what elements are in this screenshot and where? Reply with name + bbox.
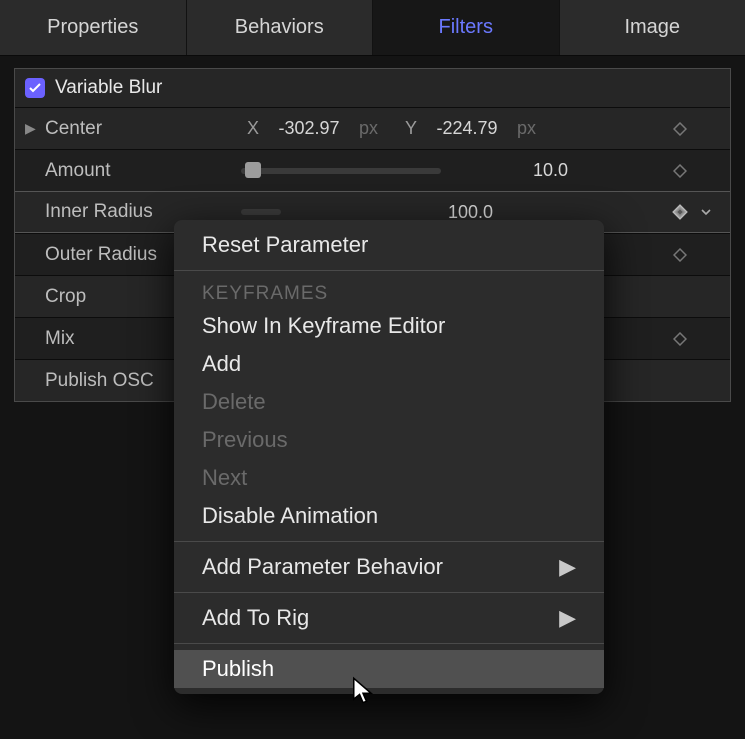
axis-x-label: X <box>235 118 259 139</box>
menu-delete-keyframe: Delete <box>174 383 604 421</box>
inner-radius-slider[interactable] <box>241 209 281 215</box>
param-label-center: Center <box>45 118 235 140</box>
menu-add-keyframe[interactable]: Add <box>174 345 604 383</box>
menu-separator <box>174 270 604 271</box>
inspector-tabs: Properties Behaviors Filters Image <box>0 0 745 56</box>
amount-slider[interactable] <box>241 168 441 174</box>
center-y-value[interactable]: -224.79 <box>417 118 517 139</box>
keyframe-icon[interactable] <box>660 248 700 262</box>
submenu-arrow-icon: ▶ <box>559 554 576 580</box>
menu-disable-animation[interactable]: Disable Animation <box>174 497 604 535</box>
menu-separator <box>174 541 604 542</box>
keyframe-icon[interactable] <box>660 332 700 346</box>
animation-menu-button[interactable] <box>700 202 720 223</box>
param-row-center: ▶ Center X -302.97 px Y -224.79 px <box>15 107 730 149</box>
animation-context-menu: Reset Parameter KEYFRAMES Show In Keyfra… <box>174 220 604 694</box>
filter-name-label: Variable Blur <box>55 77 162 99</box>
menu-previous-keyframe: Previous <box>174 421 604 459</box>
menu-next-keyframe: Next <box>174 459 604 497</box>
menu-label: Add To Rig <box>202 605 309 631</box>
menu-add-to-rig[interactable]: Add To Rig ▶ <box>174 599 604 637</box>
menu-label: Add Parameter Behavior <box>202 554 443 580</box>
tab-properties[interactable]: Properties <box>0 0 187 55</box>
menu-separator <box>174 592 604 593</box>
menu-publish[interactable]: Publish <box>174 650 604 688</box>
center-x-unit: px <box>359 118 393 139</box>
menu-show-in-keyframe-editor[interactable]: Show In Keyframe Editor <box>174 307 604 345</box>
tab-behaviors[interactable]: Behaviors <box>187 0 374 55</box>
menu-add-parameter-behavior[interactable]: Add Parameter Behavior ▶ <box>174 548 604 586</box>
disclosure-icon[interactable]: ▶ <box>25 120 45 137</box>
amount-value[interactable]: 10.0 <box>441 160 660 181</box>
menu-section-keyframes: KEYFRAMES <box>174 277 604 307</box>
keyframe-icon[interactable] <box>660 204 700 220</box>
center-x-value[interactable]: -302.97 <box>259 118 359 139</box>
center-y-unit: px <box>517 118 551 139</box>
tab-filters[interactable]: Filters <box>373 0 560 55</box>
menu-separator <box>174 643 604 644</box>
submenu-arrow-icon: ▶ <box>559 605 576 631</box>
keyframe-icon[interactable] <box>660 122 700 136</box>
menu-reset-parameter[interactable]: Reset Parameter <box>174 226 604 264</box>
keyframe-icon[interactable] <box>660 164 700 178</box>
filter-enable-checkbox[interactable] <box>25 78 45 98</box>
axis-y-label: Y <box>393 118 417 139</box>
tab-image[interactable]: Image <box>560 0 745 55</box>
param-row-amount: Amount 10.0 <box>15 149 730 191</box>
filter-header: Variable Blur <box>15 69 730 107</box>
param-label-amount: Amount <box>45 160 235 182</box>
